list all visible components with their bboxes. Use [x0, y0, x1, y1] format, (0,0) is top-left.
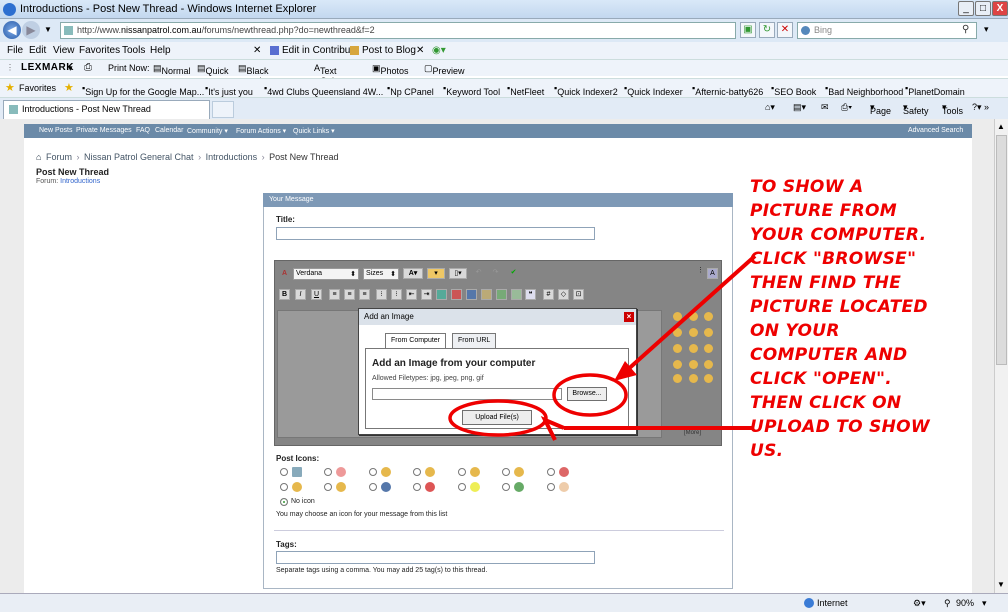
annotation-line: UPLOAD TO SHOW [750, 417, 930, 437]
zone-label: Internet [817, 598, 848, 608]
protected-mode-icon[interactable]: ⚙▾ [913, 598, 926, 609]
annotation-text: TO SHOW A PICTURE FROM YOUR COMPUTER. CL… [750, 175, 945, 463]
annotation-line: THEN CLICK ON [750, 393, 902, 413]
browse-highlight-ellipse [552, 373, 628, 417]
annotation-line: TO SHOW A [750, 177, 864, 197]
upload-arrowhead [540, 416, 565, 441]
annotation-line: COMPUTER AND [750, 345, 908, 365]
annotation-line: CLICK "OPEN". [750, 369, 893, 389]
annotation-line: CLICK "BROWSE" [750, 249, 917, 269]
zoom-icon[interactable]: ⚲ [944, 598, 951, 609]
annotation-line: THEN FIND THE [750, 273, 902, 293]
annotation-line: ON YOUR [750, 321, 840, 341]
annotation-line: PICTURE LOCATED [750, 297, 928, 317]
browse-arrow-line [623, 254, 757, 374]
annotation-line: US. [750, 441, 784, 461]
status-bar: Internet ⚙▾ ⚲ 90% ▾ [0, 593, 1008, 612]
upload-highlight-ellipse [448, 399, 548, 437]
annotation-line: YOUR COMPUTER. [750, 225, 927, 245]
zoom-dropdown-icon[interactable]: ▾ [982, 598, 987, 609]
globe-icon [804, 598, 814, 608]
annotation-line: PICTURE FROM [750, 201, 897, 221]
zoom-level[interactable]: 90% [956, 598, 974, 608]
